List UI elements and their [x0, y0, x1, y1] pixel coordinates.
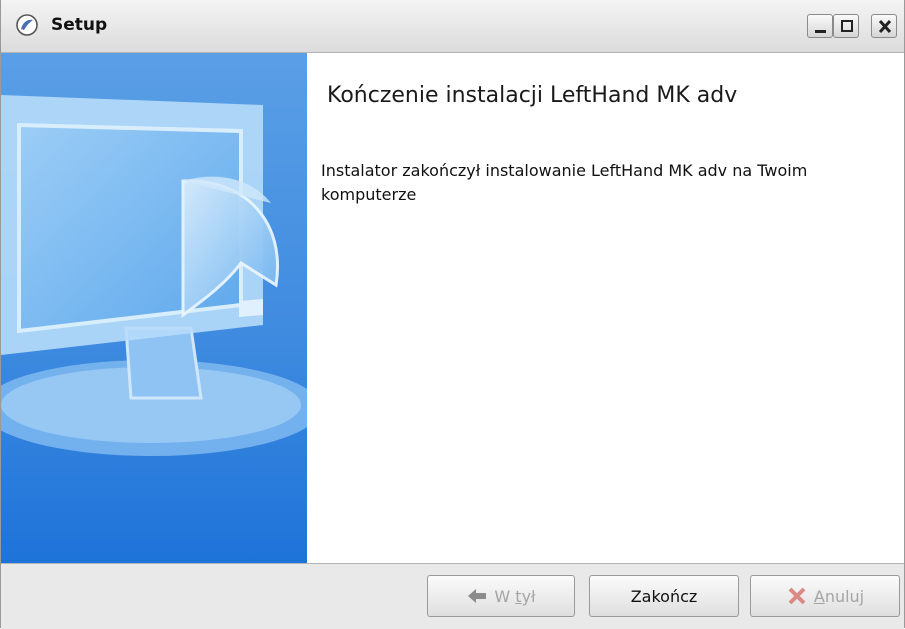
back-button-label: W tył: [494, 586, 536, 606]
sidebar-banner: [1, 53, 307, 563]
setup-window: Setup Kończenie instalacji LeftHand MK a…: [0, 0, 905, 629]
button-bar: W tył Zakończ Anuluj: [1, 563, 904, 629]
close-button[interactable]: [871, 14, 897, 38]
minimize-button[interactable]: [807, 14, 833, 38]
x-icon: [786, 586, 808, 606]
app-icon[interactable]: [15, 13, 39, 37]
completion-message: Instalator zakończył instalowanie LeftHa…: [321, 161, 808, 204]
maximize-button[interactable]: [833, 14, 859, 38]
finish-button[interactable]: Zakończ: [589, 575, 739, 617]
back-button[interactable]: W tył: [427, 575, 575, 617]
computer-update-illustration: [1, 95, 307, 456]
maximize-icon: [841, 20, 853, 32]
arrow-left-icon: [466, 586, 488, 606]
cancel-button[interactable]: Anuluj: [750, 575, 900, 617]
window-title: Setup: [51, 15, 108, 35]
finish-button-label: Zakończ: [630, 586, 698, 606]
content-panel: Kończenie instalacji LeftHand MK adv Ins…: [307, 53, 904, 563]
title-bar[interactable]: Setup: [1, 0, 904, 53]
close-icon: [878, 19, 892, 34]
page-title: Kończenie instalacji LeftHand MK adv: [327, 83, 738, 108]
minimize-icon: [815, 30, 826, 33]
cancel-button-label: Anuluj: [813, 586, 865, 606]
